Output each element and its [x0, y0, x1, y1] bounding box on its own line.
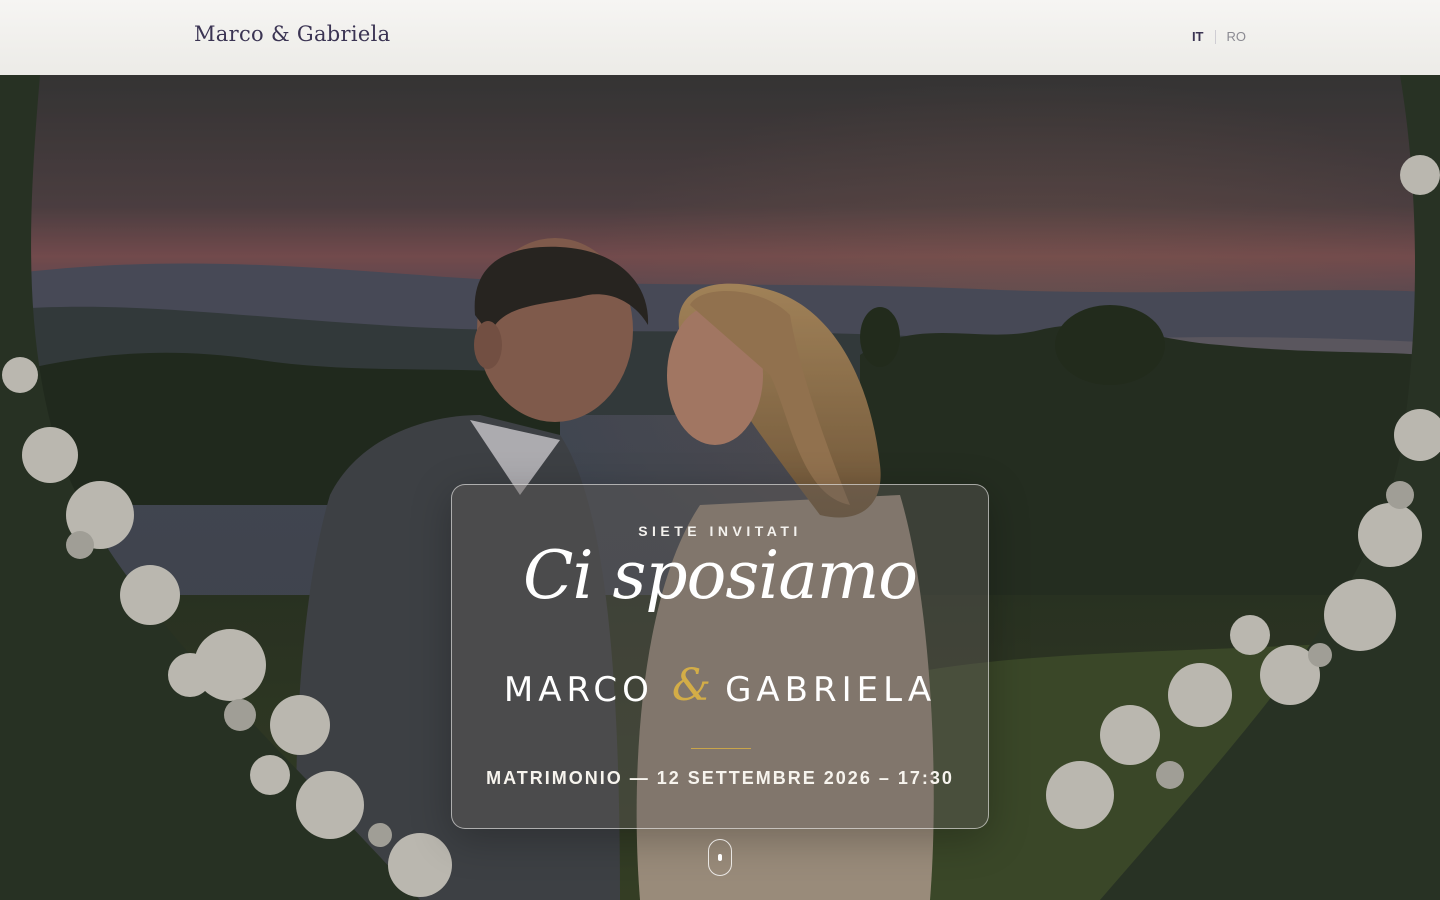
- invitation-title: Ci sposiamo: [522, 537, 918, 614]
- groom-name: MARCO: [503, 669, 654, 710]
- couple-names: MARCO & GABRIELA: [452, 660, 988, 711]
- lang-divider: [1214, 29, 1216, 44]
- language-switcher: IT RO: [1192, 29, 1246, 44]
- invitation-card: SIETE INVITATI Ci sposiamo MARCO & GABRI…: [451, 484, 989, 829]
- mouse-scroll-icon[interactable]: [708, 839, 732, 876]
- hero-section: SIETE INVITATI Ci sposiamo MARCO & GABRI…: [0, 75, 1440, 900]
- gold-divider: [691, 748, 751, 749]
- lang-it-link[interactable]: IT: [1192, 29, 1204, 44]
- site-header: Marco & Gabriela IT RO: [0, 0, 1440, 75]
- lang-ro-link[interactable]: RO: [1227, 29, 1247, 44]
- bride-name: GABRIELA: [725, 669, 937, 710]
- ampersand: &: [671, 660, 712, 711]
- scroll-dot: [718, 854, 722, 861]
- wedding-details: MATRIMONIO — 12 SETTEMBRE 2026 – 17:30: [486, 768, 954, 788]
- site-brand[interactable]: Marco & Gabriela: [194, 22, 390, 46]
